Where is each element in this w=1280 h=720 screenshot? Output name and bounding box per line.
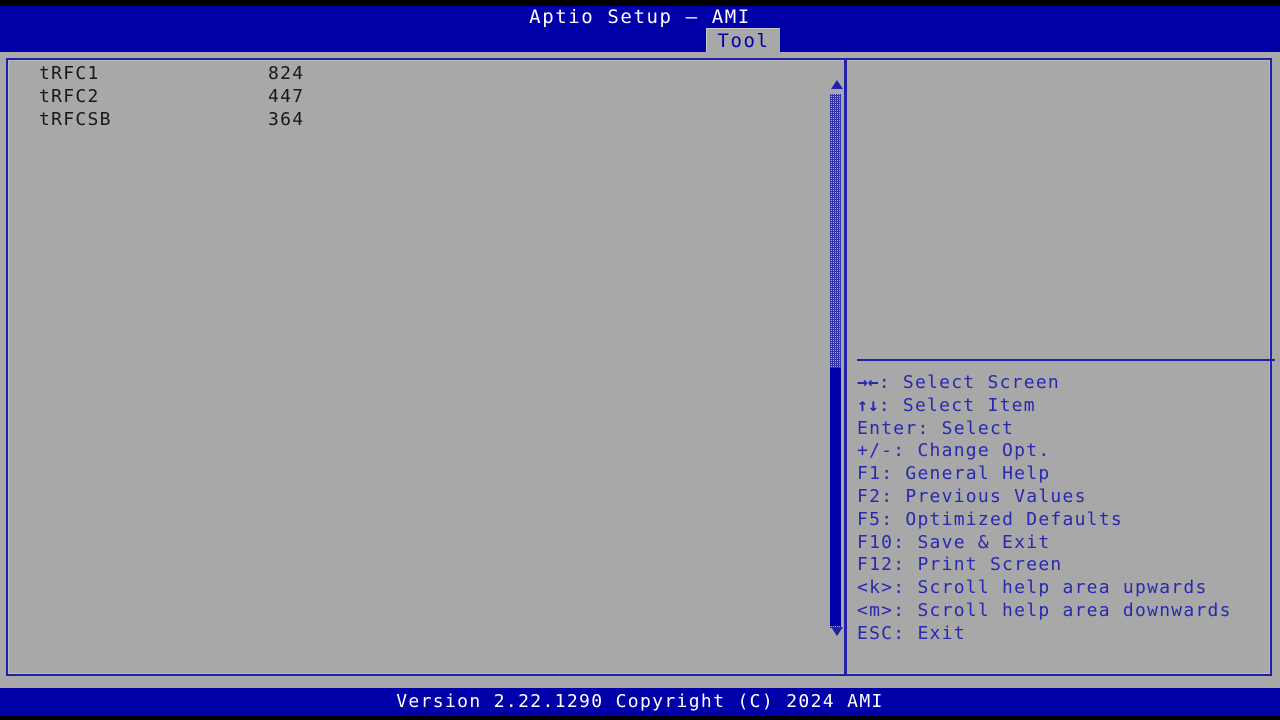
help-key: ESC — [857, 622, 894, 644]
help-key: F12 — [857, 554, 894, 576]
help-separator: : — [893, 599, 918, 621]
tab-tool[interactable]: Tool — [706, 28, 780, 52]
help-action: Save & Exit — [917, 531, 1051, 553]
triangle-down-icon[interactable] — [831, 627, 843, 636]
setting-value[interactable]: 447 — [268, 85, 304, 108]
list-item: ↑↓: Select Item — [857, 395, 1273, 418]
help-key: F10 — [857, 531, 894, 553]
bottom-black-strip — [0, 716, 1280, 720]
setting-value[interactable]: 364 — [268, 108, 304, 131]
footer-bar: Version 2.22.1290 Copyright (C) 2024 AMI — [0, 688, 1280, 716]
list-item: F5: Optimized Defaults — [857, 509, 1273, 532]
help-key: F2 — [857, 485, 882, 507]
window-title: Aptio Setup – AMI — [529, 6, 751, 28]
help-action: Scroll help area downwards — [917, 599, 1232, 621]
help-key: F5 — [857, 508, 882, 530]
setting-label: tRFC2 — [39, 86, 100, 107]
help-separator: : — [893, 440, 918, 462]
list-item: <m>: Scroll help area downwards — [857, 600, 1273, 623]
help-action: Change Opt. — [917, 440, 1051, 462]
help-action: Select Item — [902, 394, 1036, 416]
help-separator: : — [893, 577, 918, 599]
help-separator: : — [881, 508, 906, 530]
list-item: F1: General Help — [857, 463, 1273, 486]
title-bar: Aptio Setup – AMI — [0, 6, 1280, 28]
list-item: +/-: Change Opt. — [857, 440, 1273, 463]
table-row[interactable]: tRFC1 824 — [10, 62, 825, 85]
help-separator: : — [881, 485, 906, 507]
list-item: ESC: Exit — [857, 623, 1273, 646]
setting-label: tRFC1 — [39, 63, 100, 84]
triangle-up-icon[interactable] — [831, 80, 843, 89]
help-separator: : — [917, 417, 942, 439]
list-item: <k>: Scroll help area upwards — [857, 577, 1273, 600]
help-separator: : — [893, 554, 918, 576]
help-separator: : — [893, 622, 918, 644]
setting-value[interactable]: 824 — [268, 62, 304, 85]
footer-gray-strip — [0, 676, 1280, 688]
list-item: F10: Save & Exit — [857, 532, 1273, 555]
settings-list: tRFC1 824 tRFC2 447 tRFCSB 364 — [10, 62, 825, 672]
help-action: Previous Values — [905, 485, 1087, 507]
arrow-up-down-icon: ↑↓ — [857, 394, 879, 416]
help-pane: →←: Select Screen ↑↓: Select Item Enter:… — [850, 60, 1275, 674]
help-action: Select Screen — [902, 372, 1061, 393]
help-action: Print Screen — [917, 554, 1063, 576]
arrow-left-right-icon: →← — [857, 372, 879, 393]
help-separator: : — [878, 394, 903, 416]
key-help-list: →←: Select Screen ↑↓: Select Item Enter:… — [857, 372, 1273, 646]
scrollbar[interactable] — [828, 62, 844, 672]
help-key: <m> — [857, 599, 894, 621]
help-key: Enter — [857, 417, 918, 439]
description-area — [850, 60, 1274, 359]
help-key: F1 — [857, 463, 882, 485]
version-text: Version 2.22.1290 Copyright (C) 2024 AMI — [396, 691, 884, 712]
scrollbar-thumb[interactable] — [830, 368, 841, 626]
pane-divider — [844, 58, 847, 676]
list-item: F12: Print Screen — [857, 554, 1273, 577]
list-item: Enter: Select — [857, 418, 1273, 441]
help-key: <k> — [857, 577, 894, 599]
list-item: F2: Previous Values — [857, 486, 1273, 509]
help-separator: : — [881, 463, 906, 485]
help-action: Optimized Defaults — [905, 508, 1123, 530]
help-action: Exit — [917, 622, 966, 644]
setting-label: tRFCSB — [39, 109, 112, 130]
help-action: Select — [941, 417, 1015, 439]
table-row[interactable]: tRFC2 447 — [10, 85, 825, 108]
help-action: General Help — [905, 463, 1051, 485]
help-key: +/- — [857, 440, 894, 462]
help-action: Scroll help area upwards — [917, 577, 1208, 599]
bios-setup-screen: Aptio Setup – AMI Tool tRFC1 824 tRFC2 4… — [0, 0, 1280, 720]
table-row[interactable]: tRFCSB 364 — [10, 108, 825, 131]
help-separator: : — [893, 531, 918, 553]
help-separator: : — [878, 372, 903, 393]
list-item: →←: Select Screen — [857, 372, 1273, 395]
tab-bar: Tool — [0, 28, 1280, 52]
help-divider — [857, 359, 1275, 361]
